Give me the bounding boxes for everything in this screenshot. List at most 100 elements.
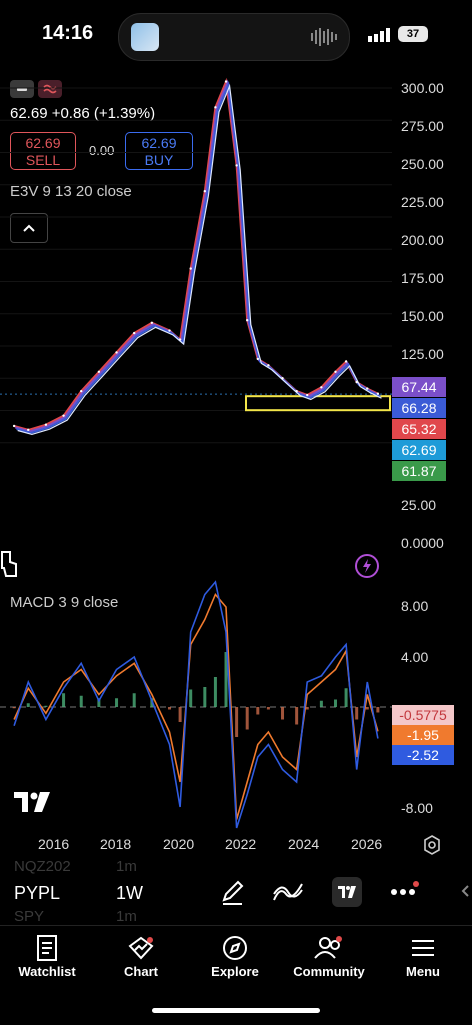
lightning-icon[interactable]: [354, 553, 380, 579]
support-zone-box: [245, 395, 391, 412]
price-point: [334, 370, 337, 373]
tab-label: Watchlist: [18, 964, 76, 979]
tradingview-icon: [338, 886, 356, 898]
macd-histogram-bar: [235, 707, 239, 737]
price-point: [44, 423, 48, 426]
price-point: [295, 389, 298, 393]
indicators-icon[interactable]: [272, 880, 304, 904]
macd-tag: -2.52: [392, 745, 454, 765]
price-axis-label: 300.00: [401, 80, 444, 96]
macd-histogram-bar: [213, 677, 217, 707]
macd-histogram-bar: [203, 687, 207, 707]
macd-histogram-bar: [189, 689, 193, 707]
price-tag: 61.87: [392, 461, 446, 481]
price-point: [62, 414, 65, 417]
tradingview-logo-icon: [14, 792, 50, 812]
price-point: [267, 364, 270, 367]
macd-histogram-bar: [44, 705, 48, 707]
tab-label: Community: [293, 964, 365, 979]
macd-histogram-bar: [245, 707, 249, 730]
price-axis-label: 225.00: [401, 194, 444, 210]
tab-explore[interactable]: Explore: [188, 932, 282, 979]
chart-icon: [128, 936, 154, 960]
price-chart[interactable]: [0, 70, 392, 530]
more-options-icon[interactable]: [390, 880, 420, 900]
ghost-symbol: SPY: [14, 908, 45, 925]
macd-histogram-bar: [256, 707, 260, 715]
status-time: 14:16: [42, 22, 94, 44]
price-tag: 67.44: [392, 377, 446, 397]
price-point: [178, 338, 182, 341]
price-point: [366, 387, 369, 390]
settings-icon[interactable]: [421, 834, 443, 856]
macd-histogram-bar: [132, 693, 136, 707]
price-point: [27, 428, 30, 432]
time-axis-label: 2020: [163, 836, 195, 852]
macd-axis-label: -8.00: [401, 800, 433, 816]
price-tag-current: 62.69: [392, 440, 446, 460]
tab-watchlist[interactable]: Watchlist: [0, 932, 94, 979]
macd-histogram-bar: [333, 699, 337, 707]
price-axis-label: 250.00: [401, 156, 444, 172]
macd-series-line: [13, 580, 379, 829]
home-indicator: [152, 1008, 320, 1013]
ghost-interval: 1m: [116, 908, 137, 925]
pen-icon[interactable]: [220, 878, 246, 906]
macd-tag: -0.5775: [392, 705, 454, 725]
price-axis-label: 0.0000: [401, 535, 444, 551]
price-point: [203, 190, 207, 193]
compass-icon: [223, 936, 247, 960]
price-point: [115, 351, 118, 354]
tab-label: Explore: [211, 964, 259, 979]
tab-community[interactable]: Community: [282, 932, 376, 979]
price-point: [281, 377, 284, 380]
price-axis-label: 25.00: [401, 497, 437, 513]
chevron-left-icon[interactable]: [460, 884, 470, 898]
tradingview-button[interactable]: [332, 877, 362, 907]
price-tag: 65.32: [392, 419, 446, 439]
price-point: [376, 392, 380, 395]
price-point: [246, 319, 249, 322]
price-point: [256, 357, 260, 361]
macd-histogram-bar: [79, 695, 83, 707]
price-axis-label: 200.00: [401, 232, 444, 248]
ghost-interval: 1m: [116, 858, 137, 875]
macd-histogram-bar: [295, 707, 299, 725]
price-point: [132, 331, 136, 335]
price-point: [168, 329, 171, 332]
price-point: [214, 106, 217, 109]
macd-chart[interactable]: [0, 580, 392, 830]
time-axis-label: 2022: [225, 836, 257, 852]
tab-menu[interactable]: Menu: [376, 932, 470, 979]
macd-histogram-bar: [281, 707, 285, 720]
time-axis-label: 2018: [100, 836, 132, 852]
macd-histogram-bar: [365, 707, 369, 710]
pet-icon[interactable]: [0, 548, 18, 580]
macd-histogram-bar: [62, 693, 66, 707]
macd-histogram-bar: [12, 707, 16, 709]
tab-chart[interactable]: Chart: [94, 932, 188, 979]
price-point: [344, 360, 348, 363]
macd-histogram-bar: [355, 707, 359, 720]
dynamic-island[interactable]: [118, 13, 350, 61]
price-point: [189, 267, 192, 270]
signal-icon: [368, 28, 390, 42]
price-point: [224, 80, 228, 83]
symbol-button[interactable]: PYPL: [14, 883, 60, 904]
macd-histogram-bar: [376, 707, 380, 713]
macd-histogram-bar: [168, 707, 172, 710]
price-point: [80, 389, 83, 393]
macd-histogram-bar: [305, 707, 309, 710]
price-axis-label: 125.00: [401, 346, 444, 362]
macd-histogram-bar: [26, 703, 30, 707]
price-point: [306, 393, 309, 397]
price-point: [235, 164, 238, 167]
interval-button[interactable]: 1W: [116, 883, 143, 904]
avatar: [131, 23, 159, 51]
community-icon: [314, 936, 342, 959]
price-point: [355, 380, 358, 384]
price-point: [320, 386, 323, 389]
macd-histogram-bar: [266, 707, 270, 710]
price-axis-label: 150.00: [401, 308, 444, 324]
price-point: [97, 370, 101, 373]
